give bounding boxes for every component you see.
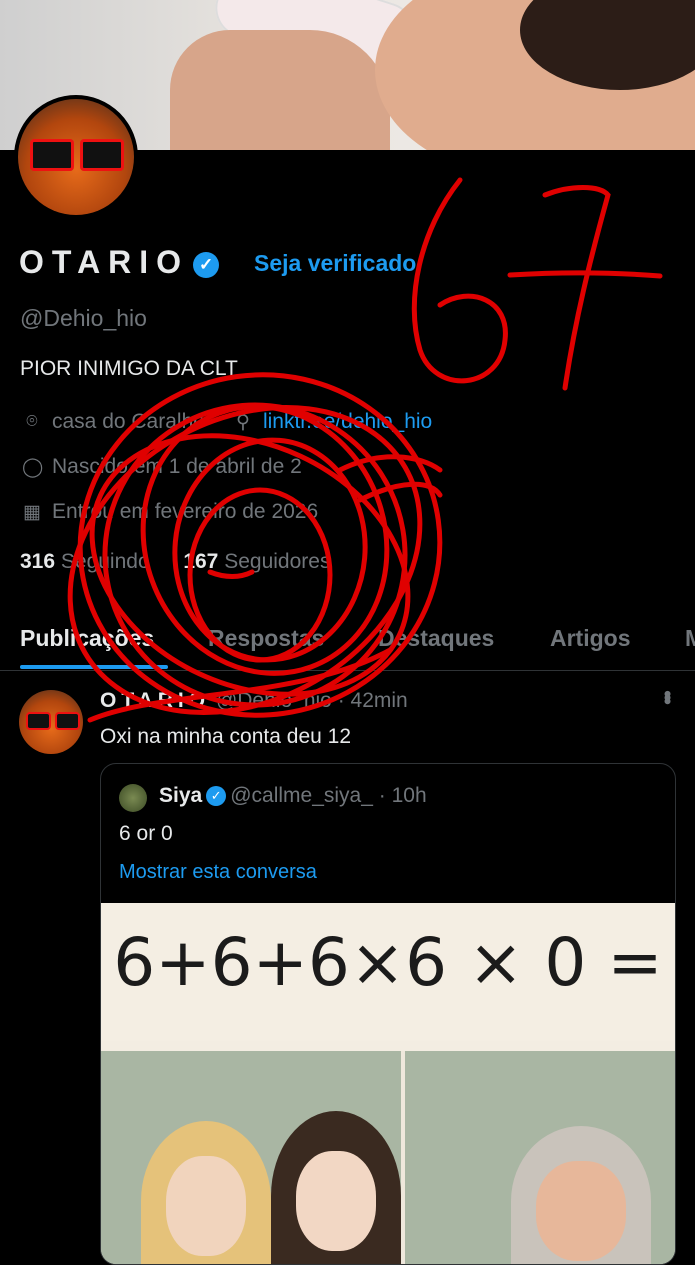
tab-more[interactable]: M (685, 625, 695, 652)
show-thread-link[interactable]: Mostrar esta conversa (119, 861, 317, 884)
profile-handle: @Dehio_hio (20, 305, 147, 331)
profile-avatar[interactable] (14, 95, 138, 219)
balloon-icon: ◯ (22, 456, 44, 478)
equation-text: 6+6+6×6 × 0 = (101, 903, 675, 1041)
profile-joined-row: ▦ Entrou em fevereiro de 2026 (22, 500, 318, 524)
post-handle[interactable]: @Dehio_hio (216, 689, 332, 712)
calendar-icon: ▦ (23, 501, 41, 523)
link-icon: ⚲ (235, 411, 250, 433)
quote-author[interactable]: Siya (159, 784, 202, 807)
post-time[interactable]: · 42min (338, 689, 408, 712)
quote-time[interactable]: · 10h (379, 784, 427, 807)
followers-link[interactable]: 167 Seguidores (183, 550, 330, 573)
active-tab-indicator (20, 665, 168, 669)
profile-bio: PIOR INIMIGO DA CLT (20, 357, 238, 380)
following-link[interactable]: 316 Seguindo (20, 550, 150, 573)
quote-avatar[interactable] (119, 784, 147, 812)
post-author[interactable]: OTARIO (100, 689, 210, 712)
location-pin-icon: ⌾ (26, 411, 38, 432)
quote-image[interactable]: 6+6+6×6 × 0 = (101, 903, 675, 1264)
profile-display-name: OTARIO ✓ (19, 244, 220, 281)
quote-text: 6 or 0 (119, 822, 173, 845)
verify-cta-link[interactable]: Seja verificado (254, 250, 416, 277)
banner-arm (170, 30, 390, 150)
follow-stats: 316 Seguindo 167 Seguidores (20, 550, 330, 574)
sunglasses-icon (30, 139, 124, 171)
quoted-post[interactable]: Siya ✓ @callme_siya_ · 10h 6 or 0 Mostrar … (100, 763, 676, 1265)
tab-artigos[interactable]: Artigos (550, 625, 631, 652)
post-header: OTARIO @Dehio_hio · 42min (100, 689, 408, 713)
profile-birth-row: ◯ Nascido em 1 de abril de 2 (22, 455, 302, 479)
quote-handle[interactable]: @callme_siya_ (230, 784, 373, 807)
post-text: Oxi na minha conta deu 12 (100, 725, 351, 748)
illustration (101, 1051, 675, 1264)
verified-badge-icon: ✓ (193, 251, 220, 278)
profile-location-row: ⌾ casa do Caralho ⚲ linktr.ee/dehio_hio (22, 410, 432, 434)
verified-badge-icon: ✓ (206, 786, 227, 807)
profile-website-link[interactable]: linktr.ee/dehio_hio (263, 410, 432, 434)
tab-respostas[interactable]: Respostas (208, 625, 324, 652)
profile-joined: Entrou em fevereiro de 2026 (52, 500, 319, 523)
profile-location: casa do Caralho (52, 410, 205, 433)
tab-destaques[interactable]: Destaques (378, 625, 494, 652)
profile-tabs: Publicações Respostas Destaques Artigos … (0, 620, 695, 671)
sunglasses-icon (26, 712, 80, 730)
tab-publicacoes[interactable]: Publicações (20, 625, 154, 652)
profile-birth: Nascido em 1 de abril de 2 (52, 455, 302, 478)
more-options-icon[interactable]: ••• (654, 690, 680, 701)
quote-header: Siya ✓ @callme_siya_ · 10h (159, 784, 427, 808)
post-avatar[interactable] (19, 690, 83, 754)
